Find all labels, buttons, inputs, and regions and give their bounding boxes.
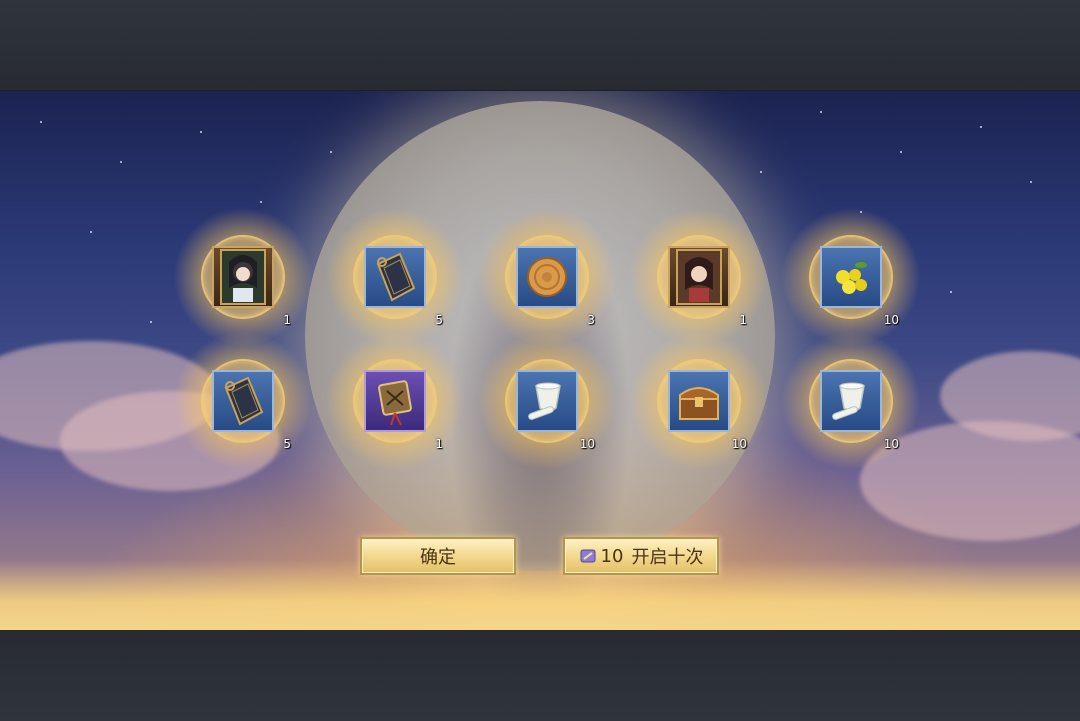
reward-slot[interactable]: 10 xyxy=(477,331,617,471)
reward-slot[interactable]: 10 xyxy=(629,331,769,471)
mortar-pestle-icon xyxy=(516,370,578,432)
reward-slot[interactable]: 10 xyxy=(781,207,921,347)
mortar-pestle-icon xyxy=(820,370,882,432)
reward-slot[interactable]: 5 xyxy=(325,207,465,347)
open-ten-cost: 10 xyxy=(600,545,624,567)
golden-ground xyxy=(0,560,1080,630)
token-icon xyxy=(580,549,596,563)
mooncake-icon xyxy=(516,246,578,308)
osmanthus-flower-icon xyxy=(820,246,882,308)
reward-count: 10 xyxy=(883,313,899,327)
reward-count: 3 xyxy=(587,313,595,327)
reward-count: 5 xyxy=(435,313,443,327)
confirm-button-label: 确定 xyxy=(420,547,456,568)
reward-slot[interactable]: 1 xyxy=(629,207,769,347)
reward-slot[interactable]: 5 xyxy=(173,331,313,471)
reward-slot[interactable]: 1 xyxy=(173,207,313,347)
reward-count: 5 xyxy=(283,437,291,451)
open-ten-label: 开启十次 xyxy=(631,547,704,568)
portrait-card-icon xyxy=(212,246,274,308)
reward-count: 10 xyxy=(731,437,747,451)
reward-slot[interactable]: 1 xyxy=(325,331,465,471)
bottom-letterbox xyxy=(0,630,1080,721)
reward-count: 10 xyxy=(579,437,595,451)
portrait-card-icon xyxy=(668,246,730,308)
jade-token-icon xyxy=(212,370,274,432)
reward-count: 1 xyxy=(283,313,291,327)
reward-slot[interactable]: 10 xyxy=(781,331,921,471)
confirm-button[interactable]: 确定 xyxy=(360,537,516,575)
reward-count: 10 xyxy=(883,437,899,451)
reward-count: 1 xyxy=(739,313,747,327)
treasure-chest-icon xyxy=(668,370,730,432)
reward-slot[interactable]: 3 xyxy=(477,207,617,347)
top-letterbox xyxy=(0,0,1080,90)
reward-count: 1 xyxy=(435,437,443,451)
open-ten-button[interactable]: 10 开启十次 xyxy=(563,537,719,575)
jade-token-icon xyxy=(364,246,426,308)
ornament-charm-icon xyxy=(364,370,426,432)
